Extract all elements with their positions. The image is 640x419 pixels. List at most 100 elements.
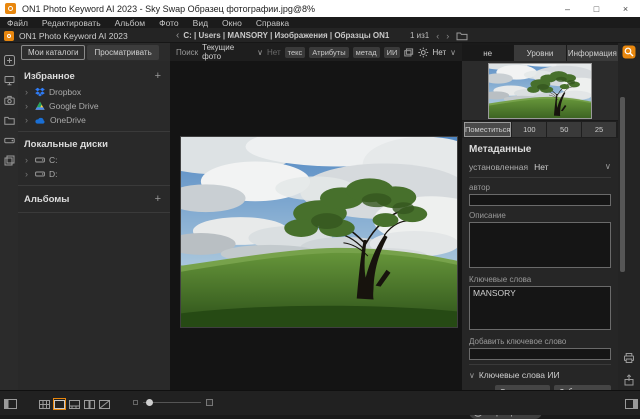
menu-album[interactable]: Альбом (108, 18, 153, 28)
rating-value[interactable]: Нет (433, 48, 447, 57)
slider-max-icon (206, 399, 213, 406)
grid-view-button[interactable] (38, 398, 51, 410)
tab-info[interactable]: Информация (567, 45, 618, 61)
metadata-section: Метаданные установленная Нет ∨ автор Опи… (462, 138, 618, 419)
sidebar-item-drive-d[interactable]: › D: (18, 167, 170, 181)
breadcrumb-path[interactable]: C: | Users | MANSORY | Изображения | Обр… (183, 31, 389, 40)
menu-file[interactable]: Файл (0, 18, 35, 28)
menu-help[interactable]: Справка (249, 18, 296, 28)
description-label: Описание (469, 211, 611, 220)
keywords-textarea[interactable]: MANSORY (469, 286, 611, 330)
breadcrumb[interactable]: ‹ C: | Users | MANSORY | Изображения | О… (176, 28, 389, 43)
expand-icon[interactable]: › (25, 155, 31, 165)
add-keyword-input[interactable] (469, 348, 611, 360)
print-icon[interactable] (623, 352, 635, 364)
window-title: ON1 Photo Keyword AI 2023 - Sky Swap Обр… (22, 4, 315, 14)
compare-view-button[interactable] (83, 398, 96, 410)
title-bar: ON1 Photo Keyword AI 2023 - Sky Swap Обр… (0, 0, 640, 17)
expand-icon[interactable]: › (25, 101, 31, 111)
menu-window[interactable]: Окно (215, 18, 249, 28)
app-logo-icon (5, 3, 16, 14)
catalog-tabs-bar: Мои каталоги Просматривать (0, 43, 170, 61)
map-view-button[interactable] (98, 398, 111, 410)
sidebar-item-onedrive[interactable]: › OneDrive (18, 113, 170, 127)
toggle-right-panel-icon[interactable] (625, 399, 638, 409)
divider (469, 364, 611, 365)
menu-edit[interactable]: Редактировать (35, 18, 108, 28)
prev-photo-icon[interactable]: ‹ (436, 31, 439, 41)
app-name: ON1 Photo Keyword AI 2023 (19, 31, 128, 41)
favorites-title: Избранное (24, 71, 75, 82)
detail-view-button[interactable] (53, 398, 66, 410)
menu-bar: Файл Редактировать Альбом Фото Вид Окно … (0, 17, 640, 28)
author-input[interactable] (469, 194, 611, 206)
search-none-label: Нет (267, 48, 281, 57)
photo-view-area (170, 61, 462, 390)
preset-chevron-down-icon[interactable]: ∨ (605, 161, 611, 172)
add-source-icon[interactable] (4, 55, 15, 66)
zoom-25-button[interactable]: 25 (582, 122, 616, 137)
expand-icon[interactable]: › (25, 87, 31, 97)
filter-ai-button[interactable]: ИИ (384, 47, 401, 58)
ai-keywords-collapse-icon[interactable]: ∨ (469, 371, 475, 380)
preset-value[interactable]: Нет (534, 162, 548, 172)
zoom-100-button[interactable]: 100 (512, 122, 546, 137)
right-panel-tabs: не Уровни Информация (462, 43, 618, 61)
add-album-button[interactable]: + (155, 193, 161, 205)
onedrive-icon (35, 116, 46, 125)
chevron-down-icon[interactable]: ∨ (257, 48, 263, 57)
maximize-button[interactable]: □ (582, 0, 611, 17)
export-icon[interactable] (623, 374, 635, 386)
expand-icon[interactable]: › (25, 169, 31, 179)
add-favorite-button[interactable]: + (155, 70, 161, 82)
sun-rating-icon[interactable] (418, 47, 429, 58)
sidebar-item-google-drive[interactable]: › Google Drive (18, 99, 170, 113)
panel-scrollbar[interactable] (620, 97, 625, 272)
drive-icon (35, 169, 45, 179)
computer-icon[interactable] (4, 75, 15, 86)
local-disks-title: Локальные диски (24, 139, 108, 150)
zoom-50-button[interactable]: 50 (547, 122, 581, 137)
add-keyword-label: Добавить ключевое слово (469, 337, 611, 346)
keywords-label: Ключевые слова (469, 275, 611, 284)
next-photo-icon[interactable]: › (446, 31, 449, 41)
close-button[interactable]: × (611, 0, 640, 17)
back-icon[interactable]: ‹ (176, 30, 179, 41)
versions-icon[interactable] (4, 155, 15, 166)
tab-browse[interactable]: Просматривать (87, 45, 158, 60)
navigator-preview (462, 61, 618, 121)
sidebar-item-dropbox[interactable]: › Dropbox (18, 85, 170, 99)
albums-title: Альбомы (24, 194, 69, 205)
toggle-left-panel-icon[interactable] (4, 399, 17, 409)
tab-navigator[interactable]: не (462, 45, 513, 61)
slider-handle[interactable] (146, 399, 153, 406)
search-chevron-down-icon[interactable]: ∨ (450, 48, 456, 57)
expand-icon[interactable]: › (25, 115, 31, 125)
description-textarea[interactable] (469, 222, 611, 268)
cloud-folder-icon[interactable] (4, 115, 15, 126)
minimize-button[interactable]: – (553, 0, 582, 17)
tab-my-catalogs[interactable]: Мои каталоги (21, 45, 85, 60)
copy-icon[interactable] (404, 48, 414, 57)
photo-landscape-tree[interactable] (180, 136, 458, 328)
filmstrip-view-button[interactable] (68, 398, 81, 410)
menu-photo[interactable]: Фото (152, 18, 186, 28)
filter-metadata-button[interactable]: метад (353, 47, 380, 58)
slider-track[interactable] (143, 402, 201, 403)
filter-text-button[interactable]: текс (285, 47, 306, 58)
sidebar-item-drive-c[interactable]: › C: (18, 153, 170, 167)
search-label: Поиск (176, 48, 198, 57)
zoom-fit-button[interactable]: Поместиться (464, 122, 511, 137)
folder-icon[interactable] (456, 31, 468, 41)
camera-icon[interactable] (4, 95, 15, 106)
tab-levels[interactable]: Уровни (514, 45, 565, 61)
search-scope-dropdown[interactable]: Текущие фото (202, 43, 253, 61)
preset-label: установленная (469, 162, 528, 172)
drive-icon[interactable] (4, 135, 15, 146)
keyword-ai-icon[interactable] (622, 45, 636, 59)
menu-view[interactable]: Вид (186, 18, 215, 28)
sidebar-item-label: C: (49, 155, 58, 165)
thumbnail-size-slider[interactable] (133, 399, 213, 406)
filter-attributes-button[interactable]: Атрибуты (309, 47, 348, 58)
photo-thumbnail[interactable] (488, 63, 592, 119)
